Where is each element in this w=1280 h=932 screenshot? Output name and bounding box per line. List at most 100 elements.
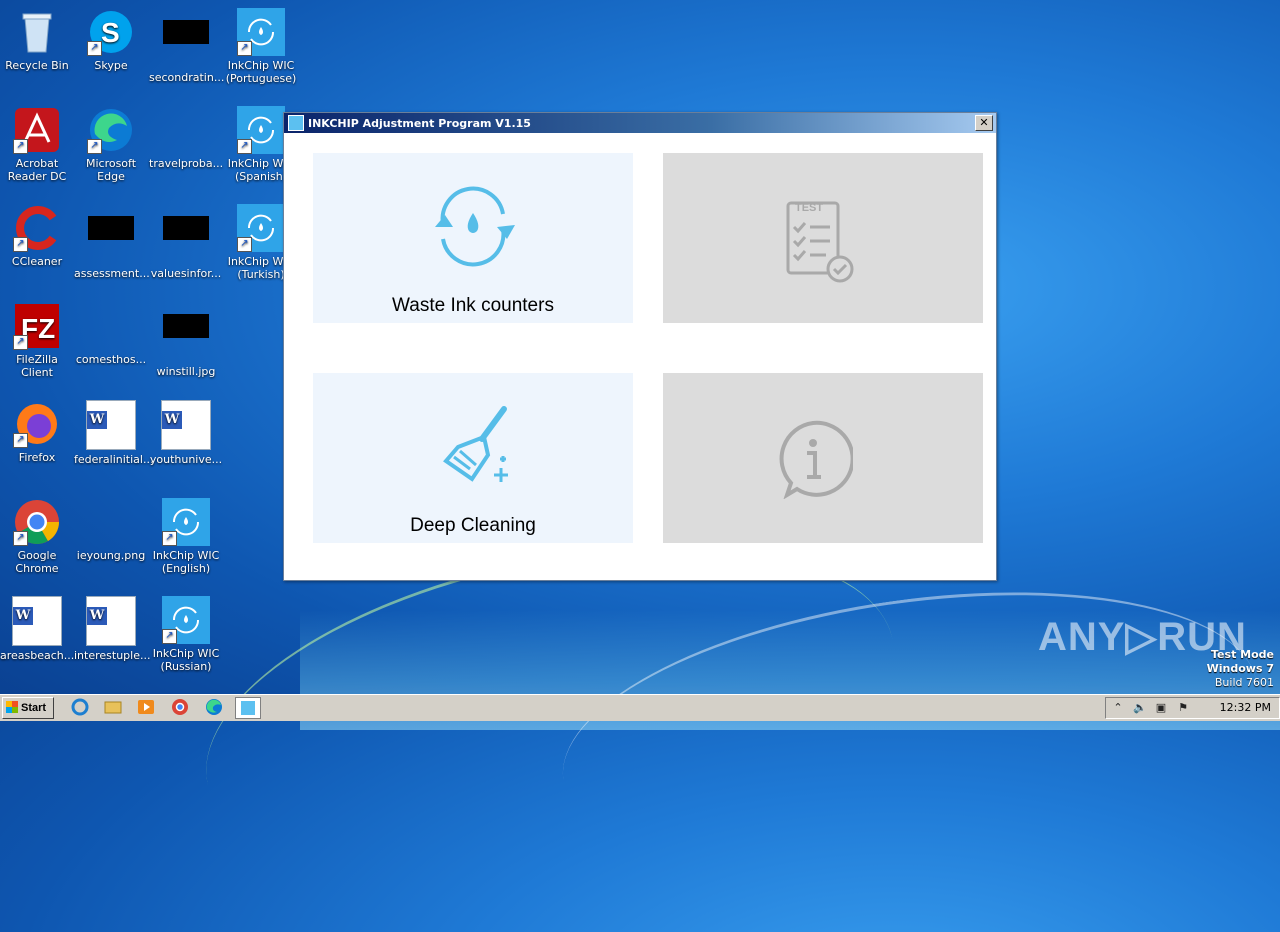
desktop-icon-label: winstill.jpg <box>156 365 216 378</box>
desktop-icon-skype[interactable]: S ↗ Skype <box>74 8 148 72</box>
desktop-icon-word-doc[interactable]: federalinitial... <box>74 400 154 466</box>
desktop-icon-label: comesthos... <box>75 353 147 366</box>
desktop-icon-label: interestuple... <box>74 649 151 662</box>
desktop-icon-label: assessment... <box>74 267 150 280</box>
inkchip-icon: ↗ <box>237 106 285 154</box>
brush-icon <box>443 406 508 482</box>
start-button[interactable]: Start <box>2 697 54 719</box>
file-thumbnail-icon <box>87 216 135 264</box>
test-mode-notice: Test Mode Windows 7 Build 7601 <box>1207 648 1274 690</box>
file-thumbnail-icon <box>162 20 210 68</box>
taskbar-clock[interactable]: 12:32 PM <box>1220 698 1271 718</box>
ccleaner-icon: ↗ <box>13 204 61 252</box>
desktop-icon-file[interactable]: valuesinfor... <box>149 204 223 280</box>
svg-text:TEST: TEST <box>795 202 823 214</box>
acrobat-icon: ↗ <box>13 106 61 154</box>
desktop-icon-firefox[interactable]: ↗ Firefox <box>0 400 74 464</box>
desktop-icon-label: Firefox <box>18 451 56 464</box>
volume-icon[interactable]: 🔈 <box>1133 701 1147 715</box>
info-icon <box>779 420 853 499</box>
file-thumbnail-icon <box>162 106 210 154</box>
waste-ink-counters-button[interactable]: Waste Ink counters <box>313 153 633 323</box>
window-titlebar[interactable]: INKCHIP Adjustment Program V1.15 ✕ <box>284 113 996 133</box>
word-doc-icon <box>12 596 62 646</box>
recycle-bin-icon <box>13 8 61 56</box>
desktop-icon-label: youthunive... <box>149 453 223 466</box>
desktop-icon-chrome[interactable]: ↗ Google Chrome <box>0 498 74 575</box>
test-mode-line: Test Mode <box>1211 648 1274 661</box>
tile-label: Deep Cleaning <box>410 515 536 536</box>
desktop-icon-acrobat[interactable]: ↗ Acrobat Reader DC <box>0 106 74 183</box>
word-doc-icon <box>86 596 136 646</box>
close-button[interactable]: ✕ <box>975 115 993 131</box>
desktop-icon-label: Skype <box>94 59 128 72</box>
edge-taskbar-icon[interactable] <box>202 697 226 717</box>
inkchip-icon: ↗ <box>162 498 210 546</box>
desktop-icon-file[interactable]: winstill.jpg <box>149 302 223 378</box>
desktop-icon-label: areasbeach... <box>0 649 75 662</box>
desktop-icon-label: FileZilla Client <box>16 353 58 379</box>
word-doc-icon <box>161 400 211 450</box>
info-button[interactable] <box>663 373 983 543</box>
edge-icon: ↗ <box>87 106 135 154</box>
start-label: Start <box>21 702 47 714</box>
desktop-icon-label: secondratin... <box>149 71 225 84</box>
explorer-taskbar-icon[interactable] <box>101 697 125 717</box>
desktop-icon-label: federalinitial... <box>74 453 154 466</box>
inkchip-taskbar-icon[interactable] <box>235 697 261 719</box>
skype-icon: S ↗ <box>87 8 135 56</box>
desktop-icon-file[interactable]: travelproba... <box>149 106 223 170</box>
desktop-icon-file[interactable]: assessment... <box>74 204 150 280</box>
desktop-icon-file[interactable]: secondratin... <box>149 8 225 84</box>
deep-cleaning-button[interactable]: Deep Cleaning <box>313 373 633 543</box>
desktop-icon-label: InkChip WIC (Portuguese) <box>225 59 297 85</box>
windows-logo-icon <box>6 701 18 713</box>
desktop-icon-edge[interactable]: ↗ Microsoft Edge <box>74 106 148 183</box>
file-thumbnail-icon <box>162 216 210 264</box>
desktop-icon-inkchip[interactable]: ↗ InkChip WIC (English) <box>149 498 223 575</box>
flag-icon[interactable]: ⚑ <box>1176 701 1190 715</box>
chrome-taskbar-icon[interactable] <box>168 697 192 717</box>
network-icon[interactable]: ▣ <box>1154 701 1168 715</box>
ie-taskbar-icon[interactable] <box>68 697 92 717</box>
desktop-icon-inkchip[interactable]: ↗ InkChip WIC (Portuguese) <box>224 8 298 85</box>
image-file-icon <box>162 314 210 362</box>
filezilla-icon: FZ ↗ <box>13 302 61 350</box>
desktop-icon-recycle-bin[interactable]: Recycle Bin <box>0 8 74 72</box>
inkchip-icon: ↗ <box>237 204 285 252</box>
desktop-icon-inkchip[interactable]: ↗ InkChip WIC (Russian) <box>149 596 223 673</box>
app-icon <box>288 115 304 131</box>
inkchip-window: INKCHIP Adjustment Program V1.15 ✕ Waste… <box>283 112 997 581</box>
inkchip-icon: ↗ <box>162 596 210 644</box>
desktop-icon-word-doc[interactable]: areasbeach... <box>0 596 74 662</box>
firefox-icon: ↗ <box>13 400 61 448</box>
desktop-icon-label: Recycle Bin <box>5 59 69 72</box>
desktop-icon-word-doc[interactable]: interestuple... <box>74 596 151 662</box>
window-title: INKCHIP Adjustment Program V1.15 <box>308 116 531 130</box>
desktop-icon-label: Acrobat Reader DC <box>7 157 67 183</box>
desktop-icon-label: Google Chrome <box>15 549 59 575</box>
test-clipboard-icon: TEST <box>786 201 854 283</box>
test-button[interactable]: TEST <box>663 153 983 323</box>
file-thumbnail-icon <box>87 302 135 350</box>
build-line: Build 7601 <box>1214 676 1274 689</box>
system-tray: ⌃ 🔈 ▣ ⚑ 12:32 PM <box>1105 697 1280 719</box>
desktop-icon-label: InkChip WIC (English) <box>152 549 220 575</box>
chrome-icon: ↗ <box>13 498 61 546</box>
desktop-icon-label: ieyoung.png <box>76 549 146 562</box>
desktop-icon-file[interactable]: ieyoung.png <box>74 498 148 562</box>
inkchip-icon: ↗ <box>237 8 285 56</box>
chevron-up-icon[interactable]: ⌃ <box>1111 701 1125 715</box>
desktop-icon-label: CCleaner <box>11 255 63 268</box>
taskbar: Start ⌃ 🔈 ▣ ⚑ 12:32 PM <box>0 694 1280 721</box>
desktop-icon-word-doc[interactable]: youthunive... <box>149 400 223 466</box>
os-version-line: Windows 7 <box>1206 662 1274 675</box>
desktop-icon-file[interactable]: comesthos... <box>74 302 148 366</box>
desktop-icon-label: valuesinfor... <box>150 267 222 280</box>
media-player-taskbar-icon[interactable] <box>134 697 158 717</box>
refresh-drop-icon <box>435 186 515 267</box>
desktop-icon-ccleaner[interactable]: ↗ CCleaner <box>0 204 74 268</box>
desktop-icon-filezilla[interactable]: FZ ↗ FileZilla Client <box>0 302 74 379</box>
word-doc-icon <box>86 400 136 450</box>
tile-label: Waste Ink counters <box>392 295 554 316</box>
